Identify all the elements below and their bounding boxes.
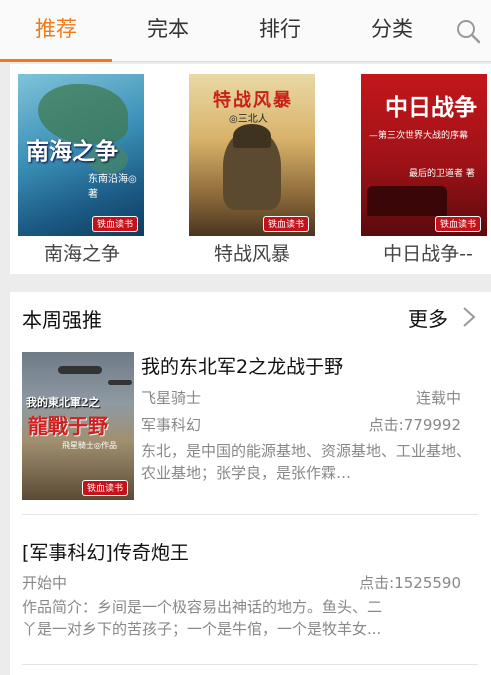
book-status: 连载中 [415, 389, 461, 407]
search-icon[interactable] [455, 18, 481, 44]
cover-art [58, 366, 102, 374]
cover-title: 特战风暴 [213, 90, 293, 111]
shelf-book[interactable]: 特战风暴 ◎三北人 铁血读书 特战风暴 [180, 64, 340, 274]
cover-author: 最后的卫道者 著 [409, 169, 475, 179]
book-cover[interactable]: 特战风暴 ◎三北人 铁血读书 [189, 74, 315, 236]
book-cover[interactable]: 南海之争 东南沿海◎著 铁血读书 [18, 74, 144, 236]
shelf-book[interactable]: 中日战争 —第三次世界大战的序幕 最后的卫道者 著 铁血读书 中日战争-- [350, 64, 491, 274]
tab-category[interactable]: 分类 [336, 0, 448, 62]
book-cover[interactable]: 我的東北軍2之 龍戰于野 飛星騎士◎作品 铁血读书 [22, 352, 134, 500]
list-item[interactable]: 我的東北軍2之 龍戰于野 飛星騎士◎作品 铁血读书 我的东北军2之龙战于野 飞星… [10, 344, 491, 514]
cover-art [233, 124, 271, 148]
shelf-book-title[interactable]: 中日战争-- [348, 239, 491, 266]
book-title[interactable]: [军事科幻]传奇炮王 [22, 538, 189, 565]
book-description: 丫是一对乡下的苦孩子；一个是牛倌，一个是牧羊女... [22, 620, 382, 638]
book-category: 军事科幻 [141, 416, 202, 434]
cover-subtitle: —第三次世界大战的序幕 [369, 131, 469, 141]
section-title: 本周强推 [22, 308, 102, 332]
shelf-book-title[interactable]: 特战风暴 [172, 239, 332, 266]
cover-title: 南海之争 [26, 138, 118, 165]
top-tab-bar: 推荐 完本 排行 分类 [0, 0, 491, 62]
book-cover[interactable]: 中日战争 —第三次世界大战的序幕 最后的卫道者 著 铁血读书 [361, 74, 487, 236]
tab-completed[interactable]: 完本 [112, 0, 224, 62]
tab-ranking[interactable]: 排行 [224, 0, 336, 62]
book-clicks: 点击:779992 [368, 416, 461, 434]
book-author: 飞星骑士 [141, 389, 202, 407]
weekly-recommend-section: 本周强推 更多 我的東北軍2之 龍戰于野 飛星騎士◎作品 铁血读书 我的东北军2… [10, 292, 491, 675]
active-tab-indicator [0, 59, 112, 62]
divider [22, 664, 478, 665]
divider [22, 514, 478, 515]
publisher-badge: 铁血读书 [91, 216, 138, 232]
chevron-right-icon[interactable] [462, 306, 476, 328]
cover-title: 我的東北軍2之 [26, 396, 100, 409]
publisher-badge: 铁血读书 [434, 216, 481, 232]
shelf-book-title[interactable]: 南海之争 [10, 239, 162, 266]
list-item[interactable]: [军事科幻]传奇炮王 开始中 点击:1525590 作品简介：乡间是一个极容易出… [10, 524, 491, 664]
cover-art [367, 186, 447, 216]
publisher-badge: 铁血读书 [262, 216, 309, 232]
featured-shelf: 南海之争 东南沿海◎著 铁血读书 南海之争 特战风暴 ◎三北人 铁血读书 特战风… [10, 64, 491, 274]
tab-recommend[interactable]: 推荐 [0, 0, 112, 62]
cover-author: 东南沿海◎著 [88, 174, 137, 200]
book-description: 东北，是中国的能源基地、资源基地、工业基地、农业基地；张学良，是张作霖… [141, 442, 472, 482]
cover-author: 飛星騎士◎作品 [62, 441, 117, 450]
cover-author: ◎三北人 [229, 114, 268, 125]
cover-art [108, 380, 132, 385]
section-header: 本周强推 更多 [10, 292, 491, 344]
cover-title: 龍戰于野 [28, 414, 108, 438]
more-link[interactable]: 更多 [408, 303, 448, 332]
book-description: 作品简介：乡间是一个极容易出神话的地方。鱼头、二 [22, 598, 383, 616]
cover-title: 中日战争 [385, 94, 477, 121]
book-title[interactable]: 我的东北军2之龙战于野 [141, 352, 343, 379]
publisher-badge: 铁血读书 [81, 480, 128, 496]
book-status: 开始中 [22, 574, 68, 592]
book-clicks: 点击:1525590 [359, 574, 461, 592]
shelf-book[interactable]: 南海之争 东南沿海◎著 铁血读书 南海之争 [10, 64, 170, 274]
